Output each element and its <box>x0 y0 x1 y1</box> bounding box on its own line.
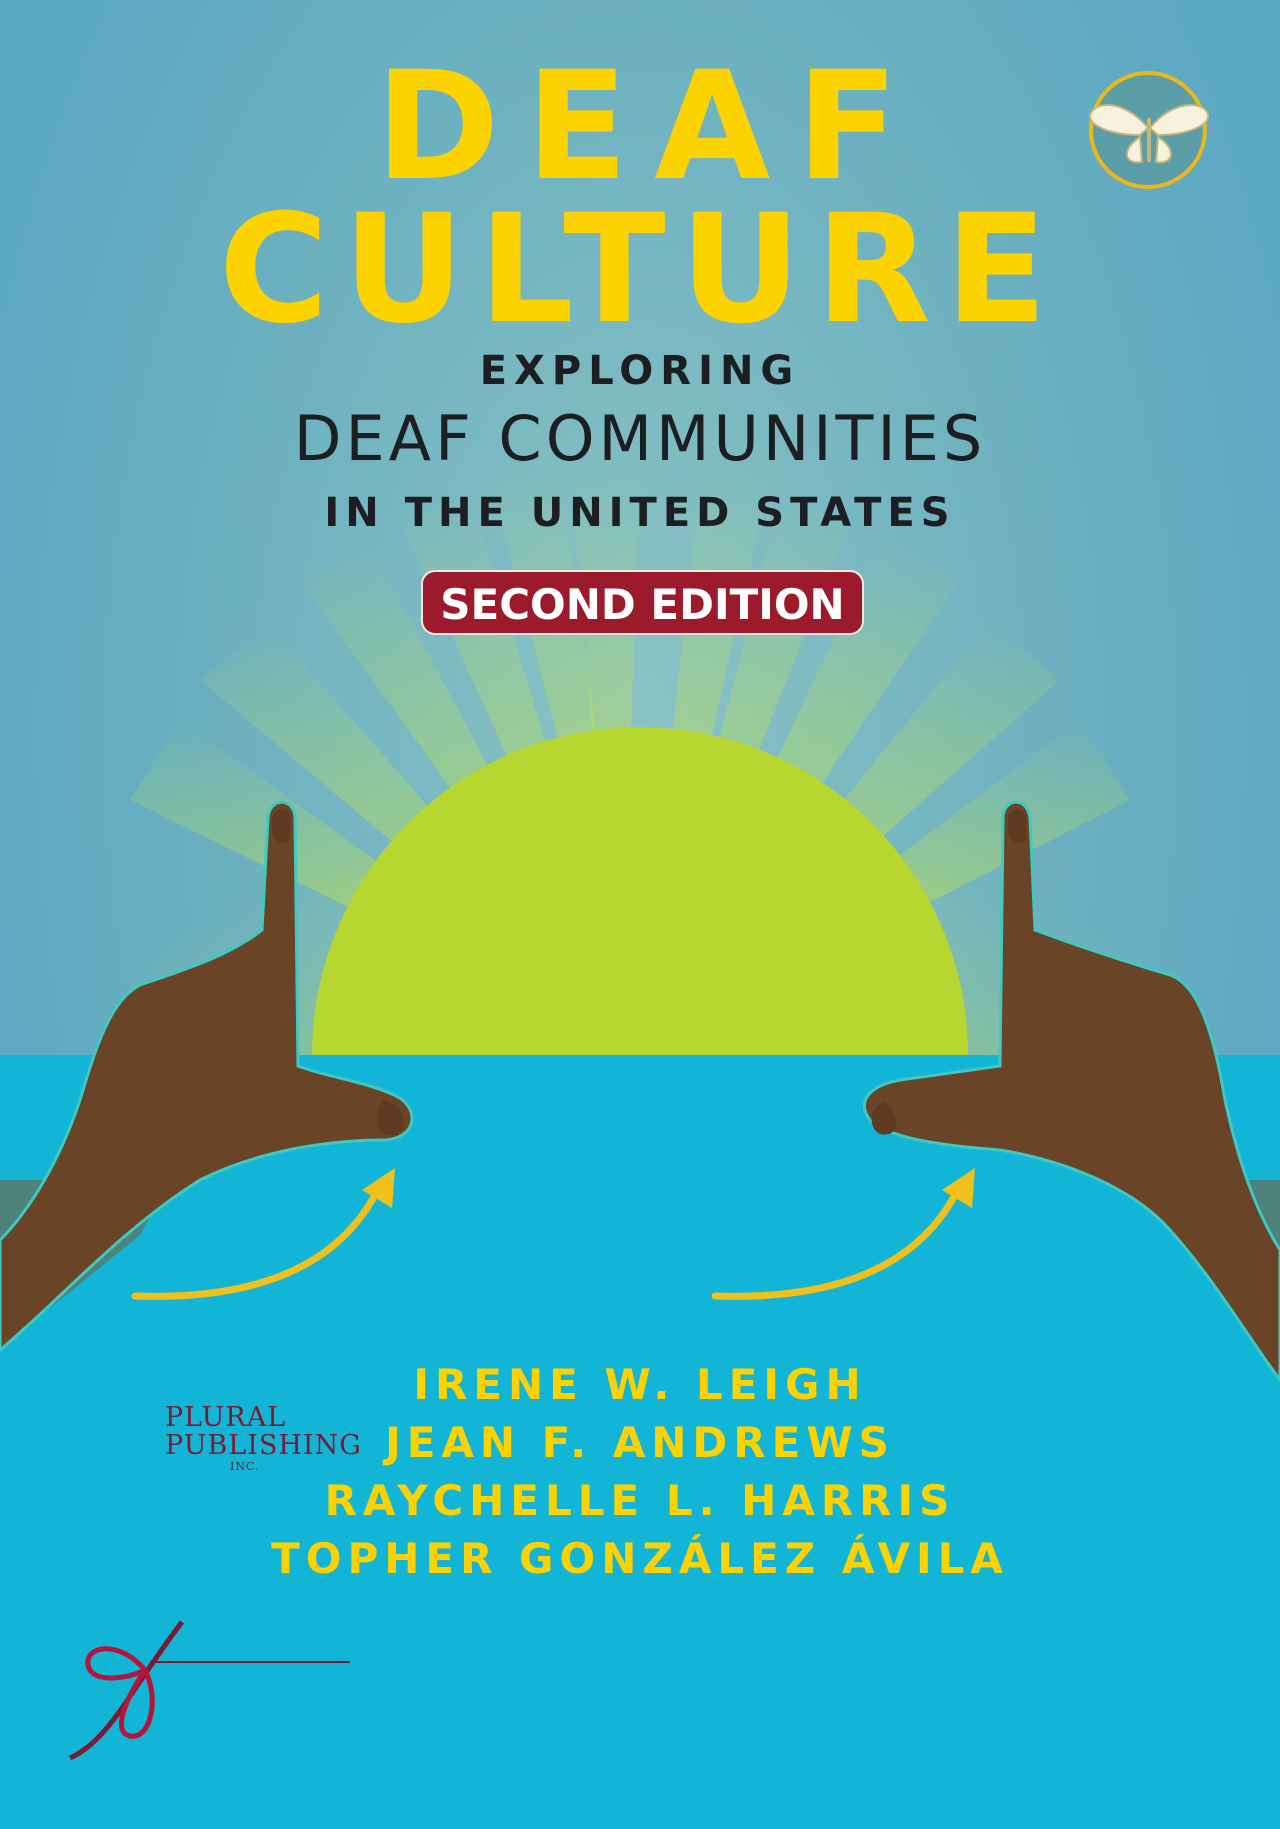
title-line-1: DEAF <box>375 40 925 214</box>
author-name: RAYCHELLE L. HARRIS <box>324 1476 956 1525</box>
publisher-line-3: INC. <box>230 1460 260 1473</box>
publisher-line-1: PLURAL <box>165 1402 287 1433</box>
book-cover: DEAF CULTURE EXPLORING DEAF COMMUNITIES … <box>0 0 1280 1829</box>
subtitle-line-2: DEAF COMMUNITIES <box>293 402 987 475</box>
author-name: TOPHER GONZÁLEZ ÁVILA <box>271 1534 1009 1583</box>
publisher-name: PLURAL PUBLISHING INC. <box>165 1404 362 1474</box>
subtitle-line-3: IN THE UNITED STATES <box>324 490 956 536</box>
edition-badge: SECOND EDITION <box>421 570 864 635</box>
subtitle-line-1: EXPLORING <box>479 348 801 394</box>
publisher-line-2: PUBLISHING <box>165 1430 362 1461</box>
title-line-2: CULTURE <box>218 183 1062 357</box>
